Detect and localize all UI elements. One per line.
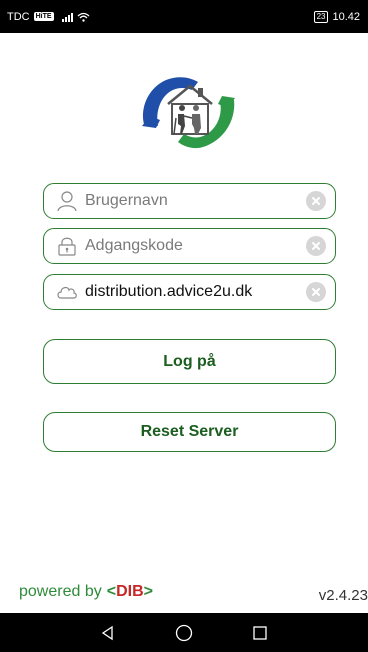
back-button[interactable] (98, 623, 118, 643)
signal-icon (61, 12, 73, 22)
dib-bracket-right: > (143, 583, 153, 600)
clear-circle-icon (312, 288, 320, 296)
username-field[interactable] (43, 183, 336, 219)
home-circle-icon (175, 624, 193, 641)
user-outline-icon (57, 191, 77, 212)
server-input[interactable] (85, 283, 306, 301)
wifi-icon (77, 12, 89, 22)
clear-server-button[interactable] (306, 282, 326, 302)
password-input[interactable] (85, 237, 306, 255)
recents-button[interactable] (250, 623, 270, 643)
username-input[interactable] (85, 192, 306, 210)
server-field[interactable] (43, 274, 336, 310)
lock-icon (58, 237, 76, 256)
dib-bracket-left: < (106, 583, 117, 600)
battery-icon: 23 (313, 10, 329, 23)
recents-square-icon (253, 625, 267, 640)
dib-name: DIB (116, 583, 144, 600)
status-right: 23 10.42 (313, 10, 360, 23)
app-logo (142, 77, 235, 149)
reset-server-button[interactable]: Reset Server (43, 412, 336, 452)
powered-by: powered by <DIB> (19, 583, 153, 601)
login-button[interactable]: Log på (43, 339, 336, 384)
carrier-name: TDC (7, 10, 30, 23)
version-label: v2.4.23 (318, 587, 368, 604)
clear-password-button[interactable] (306, 236, 326, 256)
clock: 10.42 (332, 10, 360, 23)
navigation-bar (0, 613, 368, 652)
dib-logo: <DIB> (107, 583, 153, 601)
cloud-icon (57, 286, 77, 299)
powered-by-label: powered by (19, 583, 102, 600)
home-button[interactable] (174, 623, 194, 643)
password-field[interactable] (43, 228, 336, 264)
back-triangle-icon (101, 625, 113, 640)
clear-circle-icon (312, 197, 320, 205)
status-bar: TDC HiTE 23 10.42 (0, 0, 368, 33)
screen: TDC HiTE 23 10.42 Brugernavn distributio… (0, 0, 368, 652)
clear-circle-icon (312, 242, 320, 250)
clear-username-button[interactable] (306, 191, 326, 211)
carrier-badge: HiTE (33, 12, 54, 21)
status-left: TDC HiTE (7, 11, 90, 23)
